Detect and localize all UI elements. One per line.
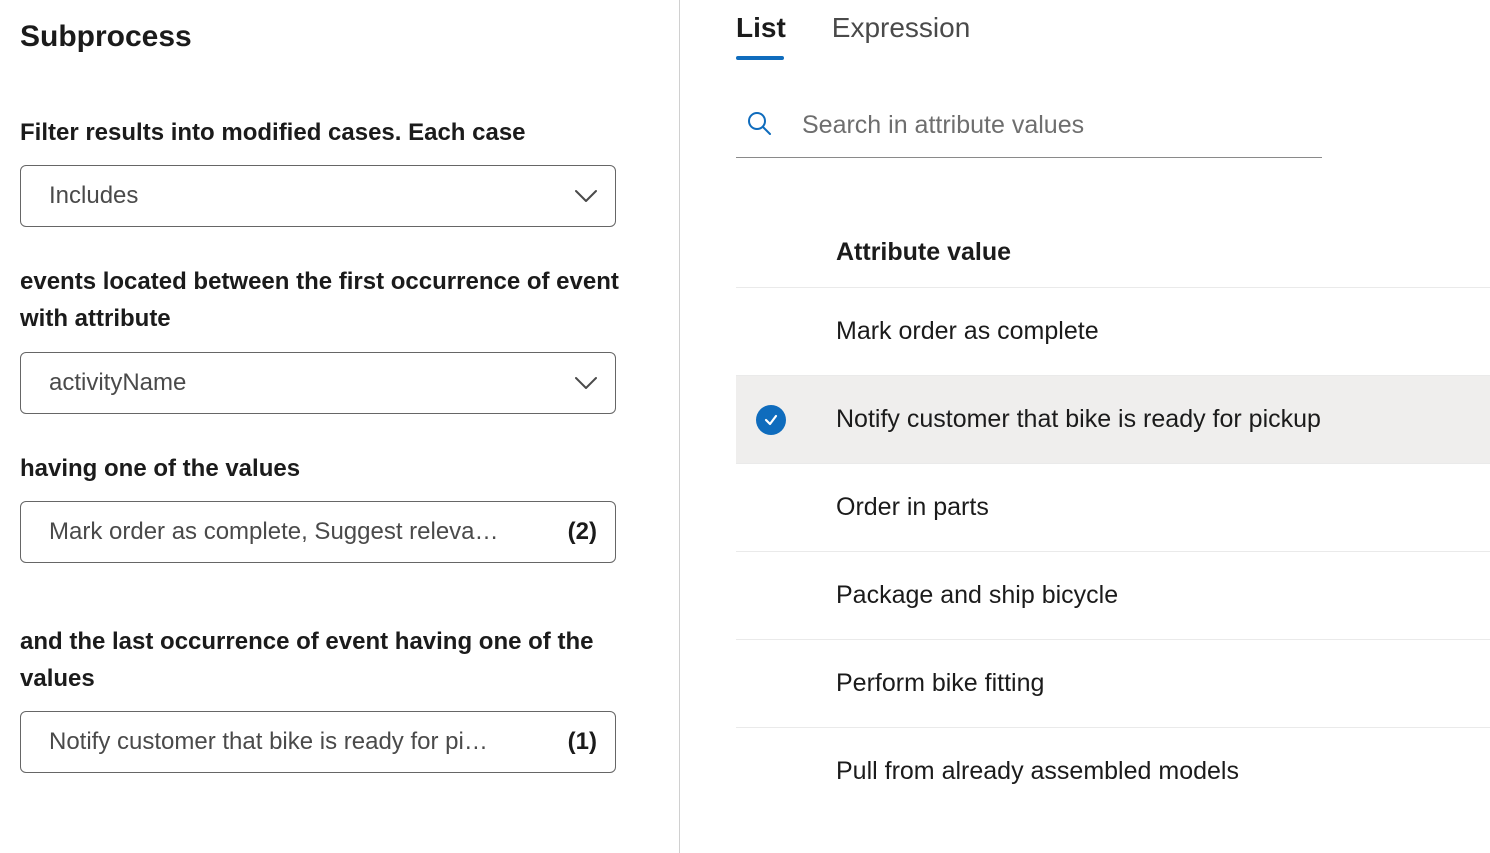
values-last-field-group: and the last occurrence of event having …	[20, 623, 659, 773]
filter-value: Includes	[49, 182, 563, 210]
values-last-count: (1)	[568, 728, 597, 756]
list-item-label: Order in parts	[836, 493, 989, 522]
tab-list[interactable]: List	[736, 12, 786, 60]
attribute-select[interactable]: activityName	[20, 352, 616, 414]
attribute-value-list: Mark order as complete Notify customer th…	[736, 287, 1490, 815]
list-item-label: Package and ship bicycle	[836, 581, 1118, 610]
list-item-label: Notify customer that bike is ready for p…	[836, 405, 1321, 434]
values-last-value: Notify customer that bike is ready for p…	[49, 728, 554, 756]
values-first-label: having one of the values	[20, 450, 659, 487]
list-item[interactable]: Package and ship bicycle	[736, 551, 1490, 639]
list-item[interactable]: Perform bike fitting	[736, 639, 1490, 727]
tab-row: List Expression	[736, 12, 1490, 60]
filter-label: Filter results into modified cases. Each…	[20, 114, 659, 151]
filter-field-group: Filter results into modified cases. Each…	[20, 114, 659, 227]
attribute-value-panel: List Expression Attribute value Mark ord…	[680, 0, 1490, 853]
list-item[interactable]: Mark order as complete	[736, 287, 1490, 375]
chevron-down-icon	[575, 189, 597, 203]
values-first-count: (2)	[568, 518, 597, 546]
list-item[interactable]: Pull from already assembled models	[736, 727, 1490, 815]
panel-title: Subprocess	[20, 20, 659, 54]
values-last-label: and the last occurrence of event having …	[20, 623, 659, 697]
values-first-value: Mark order as complete, Suggest releva…	[49, 518, 554, 546]
search-row	[736, 110, 1322, 158]
list-item[interactable]: Notify customer that bike is ready for p…	[736, 375, 1490, 463]
chevron-down-icon	[575, 376, 597, 390]
tab-expression[interactable]: Expression	[832, 12, 971, 60]
attribute-label: events located between the first occurre…	[20, 263, 659, 337]
attribute-value-column-header: Attribute value	[736, 238, 1490, 267]
check-icon	[756, 405, 786, 435]
values-last-select[interactable]: Notify customer that bike is ready for p…	[20, 711, 616, 773]
list-item-label: Mark order as complete	[836, 317, 1099, 346]
list-item-label: Perform bike fitting	[836, 669, 1044, 698]
subprocess-panel: Subprocess Filter results into modified …	[0, 0, 680, 853]
filter-select[interactable]: Includes	[20, 165, 616, 227]
attribute-value: activityName	[49, 369, 563, 397]
list-item[interactable]: Order in parts	[736, 463, 1490, 551]
search-icon	[746, 110, 772, 141]
values-first-select[interactable]: Mark order as complete, Suggest releva… …	[20, 501, 616, 563]
list-item-label: Pull from already assembled models	[836, 757, 1239, 786]
values-first-field-group: having one of the values Mark order as c…	[20, 450, 659, 563]
attribute-field-group: events located between the first occurre…	[20, 263, 659, 413]
search-input[interactable]	[802, 111, 1322, 140]
